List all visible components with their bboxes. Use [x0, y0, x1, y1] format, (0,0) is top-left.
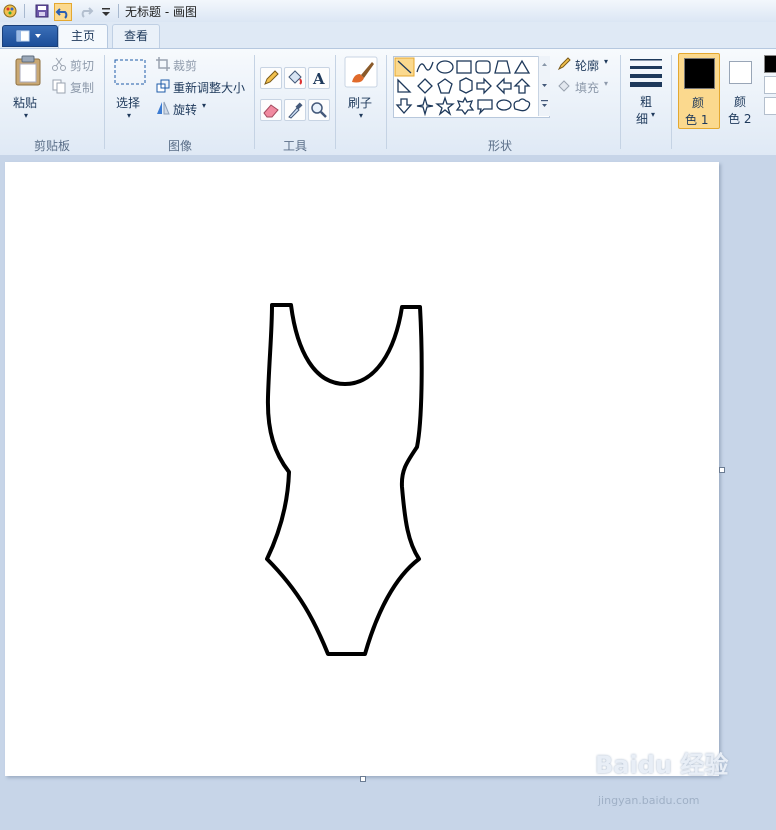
eyedropper-icon: [288, 102, 303, 119]
tools-group-label: 工具: [282, 139, 307, 153]
canvas-workspace: [0, 155, 776, 830]
text-icon: A: [312, 70, 325, 88]
magnifier-tool[interactable]: [308, 99, 330, 121]
clipboard-group-label: 剪贴板: [33, 139, 70, 153]
select-button[interactable]: 选择: [116, 94, 140, 111]
brushes-dropdown-arrow[interactable]: ▾: [359, 111, 363, 120]
select-dropdown-arrow[interactable]: ▾: [127, 111, 131, 120]
image-group-label: 图像: [167, 139, 192, 153]
pencil-icon: [264, 70, 279, 85]
swimsuit-drawing: [265, 303, 424, 656]
shapes-grid: [394, 57, 531, 117]
svg-text:A: A: [312, 70, 325, 88]
color1-label-line1: 颜: [692, 96, 705, 110]
undo-icon[interactable]: [54, 3, 72, 21]
title-bar: 无标题 - 画图: [0, 0, 776, 23]
tab-view[interactable]: 查看: [112, 24, 160, 48]
cut-icon[interactable]: [51, 56, 67, 72]
fill-tool[interactable]: [284, 67, 306, 89]
size-label-line2[interactable]: 细: [636, 110, 648, 127]
paint-app-icon[interactable]: [2, 3, 18, 19]
watermark-url: jingyan.baidu.com: [598, 794, 700, 807]
outline-icon[interactable]: [556, 56, 572, 72]
shapes-scrollbar[interactable]: [538, 56, 550, 116]
text-tool[interactable]: A: [308, 67, 330, 89]
color1-swatch: [684, 58, 715, 89]
palette-color-empty[interactable]: [764, 97, 776, 115]
rotate-icon[interactable]: [155, 100, 171, 116]
color2-label-line2: 色 2: [728, 112, 752, 126]
size-icon[interactable]: [628, 57, 664, 87]
cut-button[interactable]: 剪切: [70, 57, 94, 74]
magnifier-icon: [311, 102, 327, 118]
paint-menu-icon: [16, 30, 41, 42]
outline-button[interactable]: 轮廓: [575, 57, 599, 74]
window-title: 无标题 - 画图: [125, 5, 197, 19]
size-label-line1[interactable]: 粗: [640, 93, 652, 110]
brushes-button[interactable]: 刷子: [348, 94, 372, 111]
paint-menu-button[interactable]: [2, 25, 58, 47]
tab-home[interactable]: 主页: [58, 24, 108, 48]
resize-icon[interactable]: [155, 78, 171, 94]
crop-button[interactable]: 裁剪: [173, 57, 197, 74]
eraser-tool[interactable]: [260, 99, 282, 121]
watermark-brand: Baidu 经验: [595, 751, 729, 779]
customize-quick-access-icon[interactable]: [98, 3, 114, 19]
rotate-button[interactable]: 旋转: [173, 101, 197, 118]
brush-icon[interactable]: [344, 56, 378, 88]
palette-color-black[interactable]: [764, 55, 776, 73]
color-picker-tool[interactable]: [284, 99, 306, 121]
color2-selector[interactable]: 颜 色 2: [721, 53, 761, 127]
ribbon-tabs: 主页 查看: [0, 22, 776, 48]
fill-bucket-icon: [288, 70, 302, 85]
shapes-scroll-arrows: [541, 63, 548, 107]
save-icon[interactable]: [34, 3, 50, 19]
pencil-tool[interactable]: [260, 67, 282, 89]
resize-handle-bottom[interactable]: [360, 776, 366, 782]
drawing-canvas[interactable]: [5, 162, 719, 776]
copy-icon[interactable]: [51, 78, 67, 94]
select-icon[interactable]: [114, 59, 146, 85]
color1-selector[interactable]: 颜 色 1: [678, 53, 720, 129]
fill-shape-icon[interactable]: [556, 78, 572, 94]
redo-icon[interactable]: [78, 3, 94, 19]
paste-button[interactable]: 粘贴: [13, 94, 37, 111]
color2-label-line1: 颜: [734, 95, 747, 109]
shapes-group-label: 形状: [487, 139, 512, 153]
palette-color-white[interactable]: [764, 76, 776, 94]
color1-label-line2: 色 1: [685, 113, 709, 127]
copy-button[interactable]: 复制: [70, 79, 94, 96]
ribbon: 粘贴 ▾ 剪切 复制 剪贴板 选择 ▾ 裁剪 重新调整大小 旋转 ▾ 图像 A: [0, 48, 776, 156]
resize-button[interactable]: 重新调整大小: [173, 79, 245, 96]
shapes-gallery: [393, 56, 550, 118]
size-dropdown-arrow[interactable]: ▾: [651, 110, 655, 119]
outline-dropdown-arrow[interactable]: ▾: [604, 57, 608, 66]
fill-button[interactable]: 填充: [575, 79, 599, 96]
paste-icon[interactable]: [13, 55, 43, 87]
crop-icon[interactable]: [155, 56, 171, 72]
resize-handle-right[interactable]: [719, 467, 725, 473]
fill-dropdown-arrow[interactable]: ▾: [604, 79, 608, 88]
paste-dropdown-arrow[interactable]: ▾: [24, 111, 28, 120]
rotate-dropdown-arrow[interactable]: ▾: [202, 101, 206, 110]
eraser-icon: [263, 104, 279, 118]
color2-swatch: [729, 61, 752, 84]
